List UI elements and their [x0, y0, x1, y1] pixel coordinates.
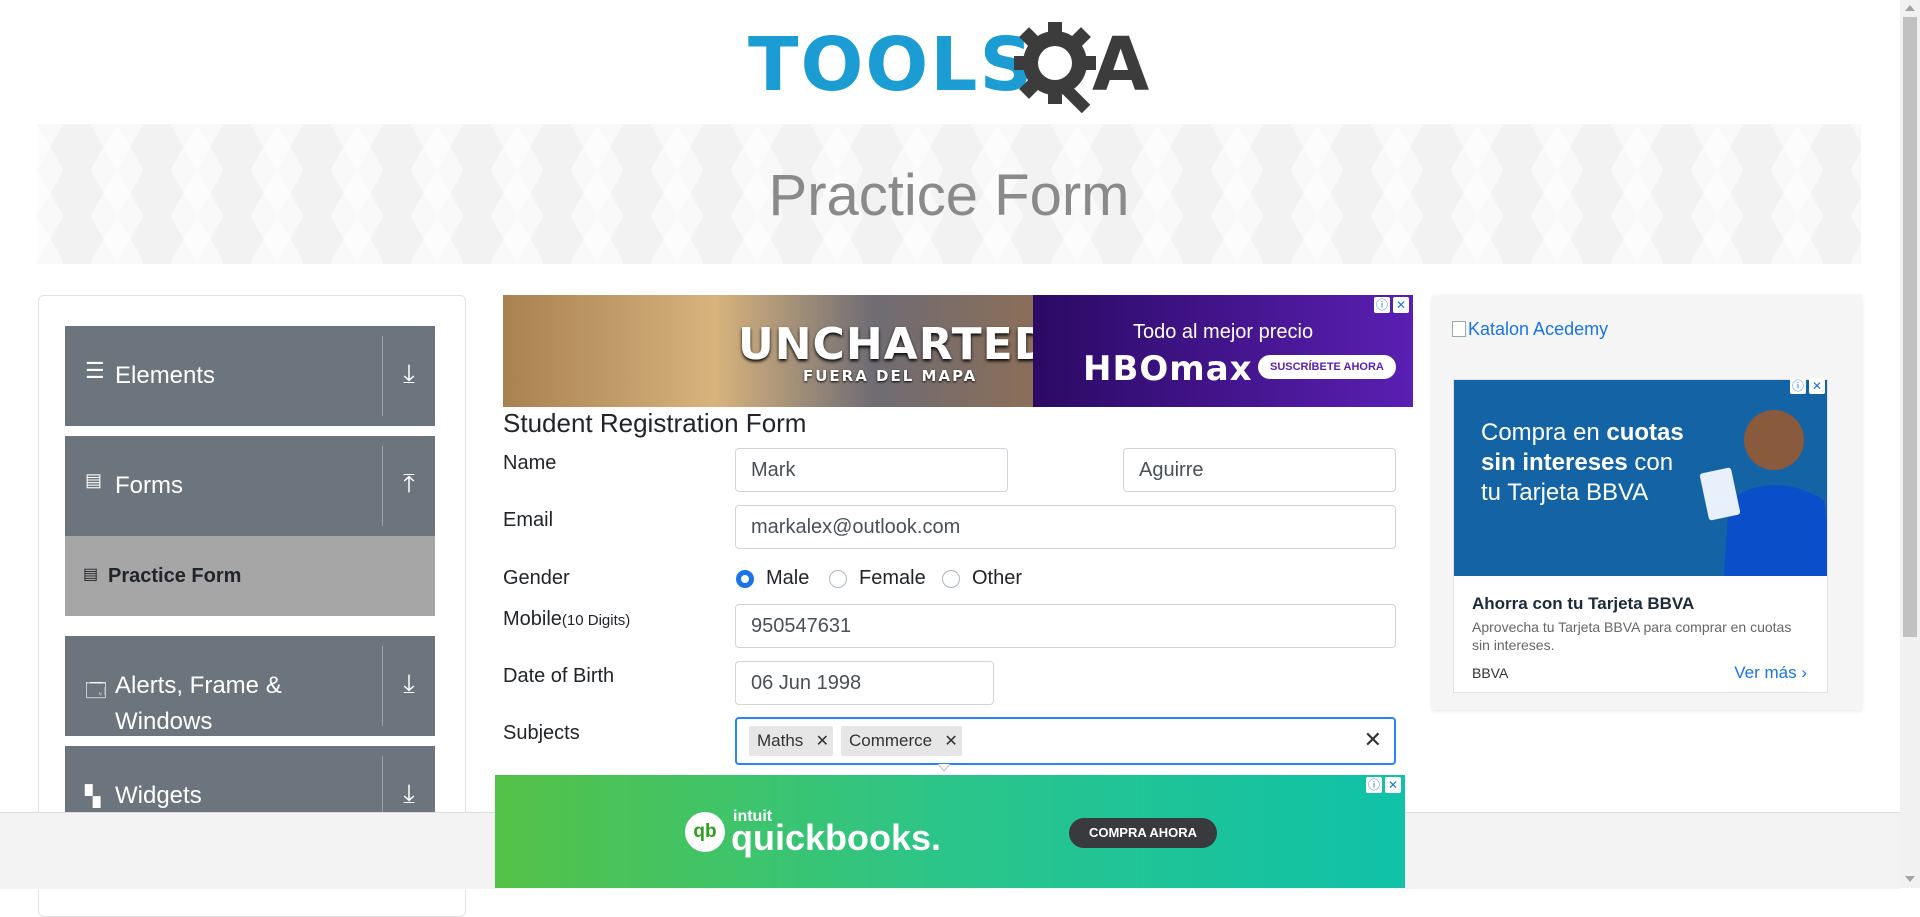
ad-controls: ⓘ ✕ — [1790, 378, 1825, 394]
gender-radio-male[interactable]: Male — [736, 567, 809, 590]
ad-controls: ⓘ ✕ — [1374, 297, 1409, 313]
ad-title: UNCHARTED — [738, 319, 1052, 370]
hamburger-icon: ☰ — [85, 358, 105, 383]
quickbooks-brand: quickbooks. — [731, 817, 942, 858]
sidebar-group-label: Alerts, Frame & — [115, 672, 282, 699]
radio-unchecked[interactable] — [942, 569, 960, 588]
bbva-ad-image: Compra en cuotas sin intereses con tu Ta… — [1454, 380, 1827, 576]
adchoices-icon[interactable]: ⓘ — [1790, 378, 1806, 394]
logo-text: TOOLS — [748, 22, 1035, 108]
dob-input[interactable]: 06 Jun 1998 — [735, 661, 994, 705]
email-input[interactable]: markalex@outlook.com — [735, 505, 1396, 549]
subject-chip-maths: Maths ✕ — [749, 726, 834, 757]
form-icon: ▤ — [83, 566, 99, 583]
upload-arrow-icon[interactable]: ⤒ — [383, 468, 435, 500]
vertical-scrollbar[interactable] — [1900, 0, 1920, 888]
bbva-headline: Compra en cuotas sin intereses con tu Ta… — [1481, 418, 1691, 508]
download-arrow-icon[interactable]: ⤓ — [383, 778, 435, 810]
remove-chip-icon[interactable]: ✕ — [811, 727, 833, 757]
ad-tagline: Todo al mejor precio — [1133, 321, 1314, 343]
ad-sidebar-right[interactable]: Katalon Acedemy Compra en cuotas sin int… — [1432, 295, 1862, 710]
bbva-headline-prefix: Compra en — [1481, 419, 1607, 446]
ver-mas-label: Ver más — [1734, 663, 1797, 682]
close-icon[interactable]: ✕ — [1385, 777, 1401, 793]
hbomax-logo: HBOmax — [1083, 349, 1253, 389]
adchoices-icon[interactable]: ⓘ — [1374, 297, 1390, 313]
document-icon: ▤ — [85, 470, 103, 490]
chip-label: Commerce — [849, 731, 933, 750]
broken-image-alt: Katalon Acedemy — [1468, 319, 1609, 339]
sidebar-group-alerts[interactable]: 🗔 Alerts, Frame & Windows ⤓ — [65, 636, 435, 736]
scroll-down-arrow-icon[interactable] — [1905, 876, 1915, 882]
broken-image-link[interactable]: Katalon Acedemy — [1452, 319, 1608, 340]
download-arrow-icon[interactable]: ⤓ — [383, 668, 435, 700]
quickbooks-logo-icon: qb — [685, 812, 725, 852]
sidebar-group-label: Forms — [115, 472, 183, 499]
email-label: Email — [503, 509, 554, 531]
sidebar-group-label: Elements — [115, 362, 216, 389]
ver-mas-link[interactable]: Ver más › — [1734, 663, 1807, 683]
close-icon[interactable]: ✕ — [1809, 378, 1825, 394]
download-arrow-icon[interactable]: ⤓ — [383, 358, 435, 390]
subjects-input[interactable]: Maths ✕ Commerce ✕ ✕ — [735, 717, 1396, 765]
gear-magnifier-icon — [1014, 22, 1096, 114]
widgets-icon: ▚ — [85, 786, 101, 808]
radio-label: Other — [972, 567, 1023, 589]
page-banner: Practice Form — [37, 124, 1861, 264]
scroll-up-arrow-icon[interactable] — [1905, 5, 1915, 11]
sidebar-item-practice-form[interactable]: ▤ Practice Form — [65, 536, 435, 616]
adchoices-icon[interactable]: ⓘ — [1366, 777, 1382, 793]
bbva-brand: BBVA — [1472, 665, 1509, 681]
name-label: Name — [503, 452, 557, 474]
window-icon: 🗔 — [85, 680, 107, 702]
chip-label: Maths — [757, 731, 804, 750]
mobile-label: Mobile(10 Digits) — [503, 608, 630, 631]
bbva-title: Ahorra con tu Tarjeta BBVA — [1472, 594, 1695, 613]
broken-image-icon — [1452, 321, 1466, 337]
sidebar-group-forms[interactable]: ▤ Forms ⤒ — [65, 436, 435, 536]
form-title: Student Registration Form — [503, 408, 807, 438]
scrollbar-thumb[interactable] — [1903, 17, 1917, 637]
mobile-hint: (10 Digits) — [561, 612, 631, 629]
ad-banner-top[interactable]: UNCHARTED FUERA DEL MAPA Todo al mejor p… — [503, 295, 1413, 407]
chevron-right-icon: › — [1801, 663, 1807, 682]
subject-chip-commerce: Commerce ✕ — [841, 726, 963, 757]
page-title: Practice Form — [768, 163, 1130, 228]
radio-label: Male — [766, 567, 810, 589]
sidebar-group-elements[interactable]: ☰ Elements ⤓ — [65, 326, 435, 426]
person-illustration — [1699, 410, 1827, 576]
ad-hbomax[interactable]: Todo al mejor precio HBOmax SUSCRÍBETE A… — [1033, 295, 1413, 407]
gender-radio-other[interactable]: Other — [942, 567, 1022, 590]
ad-uncharted[interactable]: UNCHARTED FUERA DEL MAPA — [503, 295, 1050, 407]
ad-banner-bottom[interactable]: qb intuit quickbooks. COMPRA AHORA ⓘ ✕ — [495, 775, 1405, 888]
dob-label: Date of Birth — [503, 665, 615, 687]
gender-radio-female[interactable]: Female — [829, 567, 926, 590]
remove-chip-icon[interactable]: ✕ — [940, 727, 962, 757]
page: TOOLS A Practice Form ☰ Elements ⤓ ▤ For… — [0, 0, 1900, 917]
compra-ahora-button[interactable]: COMPRA AHORA — [1069, 818, 1217, 848]
mobile-input[interactable]: 950547631 — [735, 604, 1396, 648]
close-icon[interactable]: ✕ — [1393, 297, 1409, 313]
radio-label: Female — [859, 567, 926, 589]
gender-label: Gender — [503, 567, 570, 589]
clear-all-icon[interactable]: ✕ — [1364, 727, 1382, 753]
subjects-label: Subjects — [503, 722, 580, 744]
bbva-body: Aprovecha tu Tarjeta BBVA para comprar e… — [1472, 619, 1792, 653]
sidebar-group-label-line2: Windows — [115, 708, 213, 735]
dropdown-caret-icon — [938, 764, 950, 772]
toolsqa-logo[interactable]: TOOLS A — [748, 18, 1156, 114]
sidebar-item-label: Practice Form — [108, 565, 242, 587]
first-name-input[interactable]: Mark — [735, 448, 1008, 492]
last-name-input[interactable]: Aguirre — [1123, 448, 1396, 492]
sidebar-group-label: Widgets — [115, 782, 202, 809]
logo-suffix: A — [1092, 22, 1150, 108]
bbva-ad-card[interactable]: Compra en cuotas sin intereses con tu Ta… — [1453, 378, 1828, 693]
mobile-label-text: Mobile — [503, 608, 562, 630]
radio-checked[interactable] — [736, 569, 754, 588]
ad-controls: ⓘ ✕ — [1366, 777, 1401, 793]
ad-cta-button[interactable]: SUSCRÍBETE AHORA — [1258, 355, 1396, 379]
radio-unchecked[interactable] — [829, 569, 847, 588]
ad-subtitle: FUERA DEL MAPA — [803, 367, 978, 385]
